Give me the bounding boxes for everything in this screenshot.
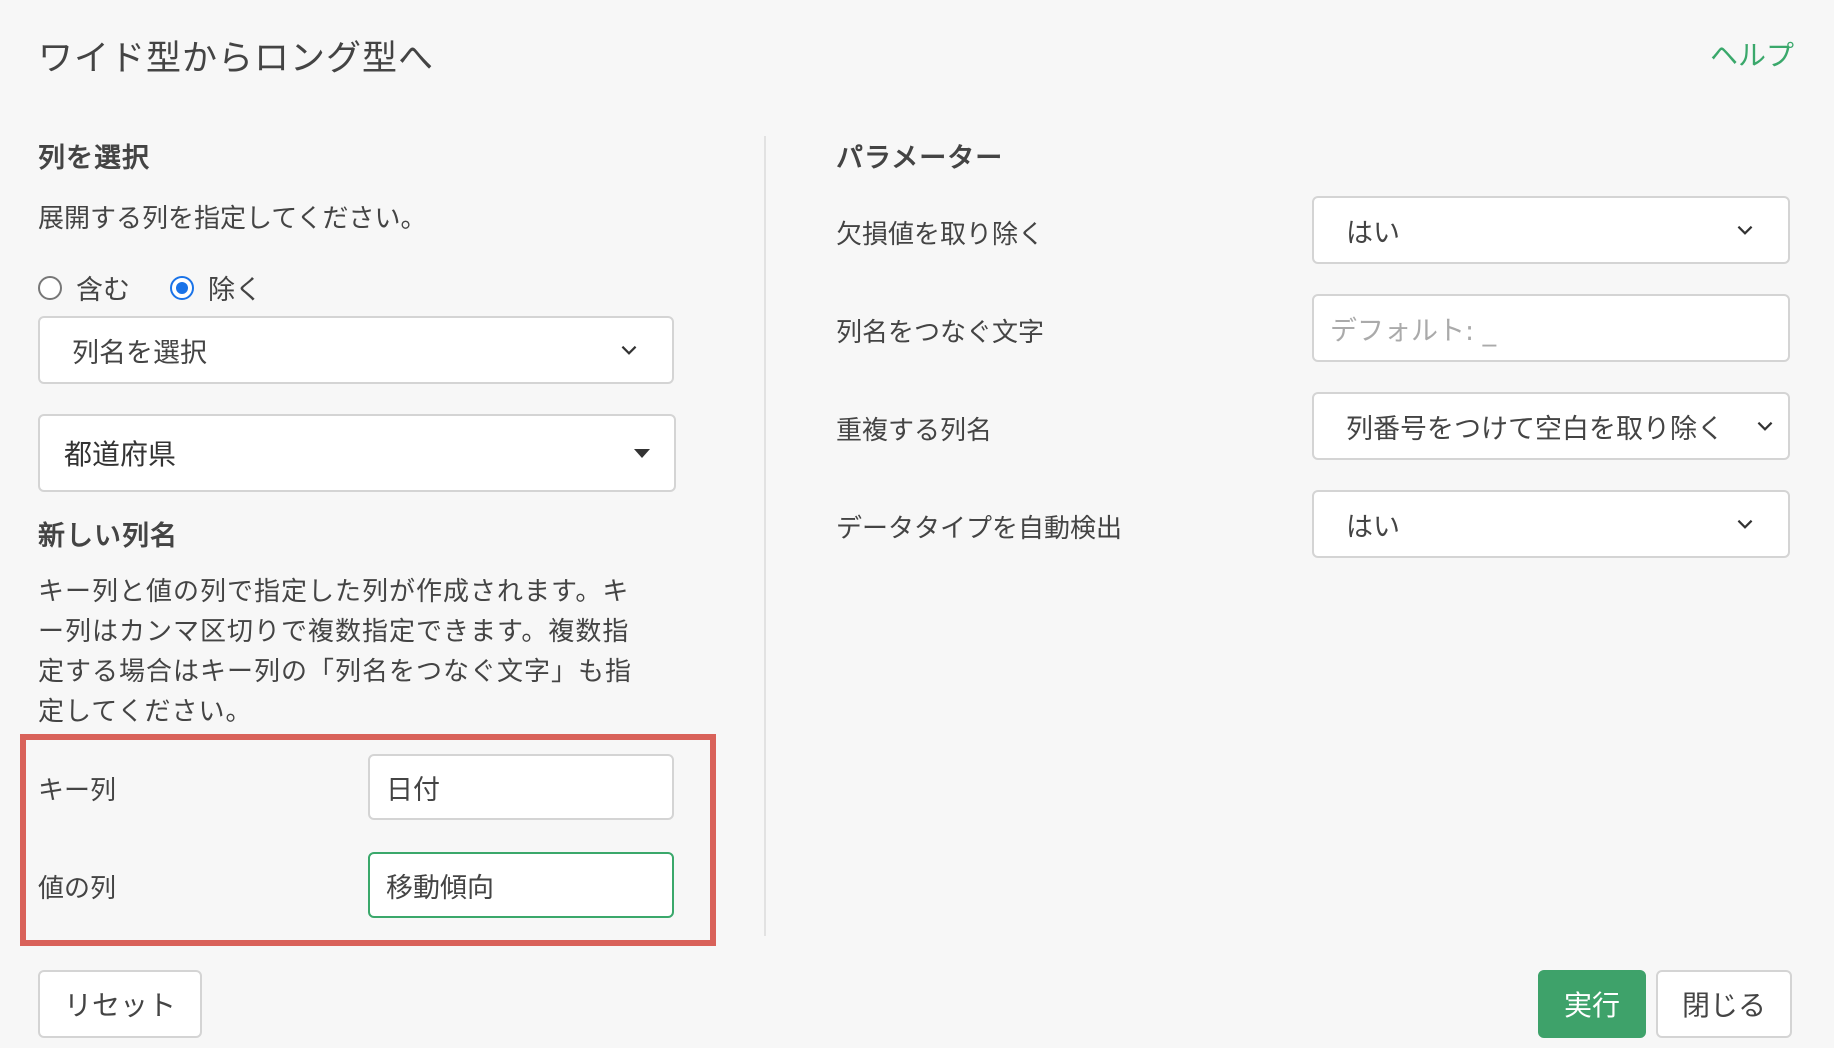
description-line: キー列と値の列で指定した列が作成されます。キ xyxy=(38,577,630,607)
new-column-heading: 新しい列名 xyxy=(38,521,178,552)
detect-type-value: はい xyxy=(1346,511,1400,543)
key-column-input[interactable]: 日付 xyxy=(368,754,674,820)
include-exclude-radio-group: 含む 除く xyxy=(38,268,302,307)
dialog-title: ワイド型からロング型へ xyxy=(38,39,435,79)
remove-na-value: はい xyxy=(1346,217,1400,249)
column-select-placeholder: 列名を選択 xyxy=(72,337,207,369)
reset-button[interactable]: リセット xyxy=(38,970,202,1038)
close-button[interactable]: 閉じる xyxy=(1656,970,1792,1038)
remove-na-label: 欠損値を取り除く xyxy=(836,220,1045,250)
description-line: ー列はカンマ区切りで複数指定できます。複数指 xyxy=(38,617,630,647)
separator-placeholder: デフォルト: _ xyxy=(1330,315,1497,347)
run-button[interactable]: 実行 xyxy=(1538,970,1646,1038)
key-column-value: 日付 xyxy=(386,774,440,806)
chevron-down-icon xyxy=(1757,421,1773,431)
description-line: 定してください。 xyxy=(38,697,253,727)
detect-type-label: データタイプを自動検出 xyxy=(836,514,1123,544)
exclude-radio[interactable] xyxy=(170,275,194,300)
parameters-heading: パラメーター xyxy=(836,143,1004,174)
selected-column-value: 都道府県 xyxy=(64,438,177,471)
include-radio[interactable] xyxy=(38,275,62,300)
column-select-dropdown[interactable]: 列名を選択 xyxy=(38,316,674,384)
exclude-radio-label[interactable]: 除く xyxy=(208,268,262,307)
duplicate-names-select[interactable]: 列番号をつけて空白を取り除く xyxy=(1312,392,1790,460)
remove-na-select[interactable]: はい xyxy=(1312,196,1790,264)
caret-down-icon xyxy=(634,448,650,458)
chevron-down-icon xyxy=(621,345,637,355)
column-divider xyxy=(764,136,766,936)
selected-column-select[interactable]: 都道府県 xyxy=(38,414,676,492)
help-link[interactable]: ヘルプ xyxy=(1710,34,1794,74)
include-radio-label[interactable]: 含む xyxy=(76,268,130,307)
chevron-down-icon xyxy=(1737,519,1753,529)
description-line: 定する場合はキー列の「列名をつなぐ文字」も指 xyxy=(38,657,633,687)
duplicate-names-value: 列番号をつけて空白を取り除く xyxy=(1346,413,1724,445)
key-column-label: キー列 xyxy=(38,776,117,806)
separator-label: 列名をつなぐ文字 xyxy=(836,318,1045,348)
select-columns-heading: 列を選択 xyxy=(38,143,150,174)
value-column-label: 値の列 xyxy=(38,874,117,904)
detect-type-select[interactable]: はい xyxy=(1312,490,1790,558)
value-column-value: 移動傾向 xyxy=(386,872,494,904)
duplicate-names-label: 重複する列名 xyxy=(836,416,993,446)
select-columns-description: 展開する列を指定してください。 xyxy=(38,204,427,234)
value-column-input[interactable]: 移動傾向 xyxy=(368,852,674,918)
separator-input[interactable]: デフォルト: _ xyxy=(1312,294,1790,362)
chevron-down-icon xyxy=(1737,225,1753,235)
new-column-description: キー列と値の列で指定した列が作成されます。キ ー列はカンマ区切りで複数指定できま… xyxy=(38,572,678,732)
